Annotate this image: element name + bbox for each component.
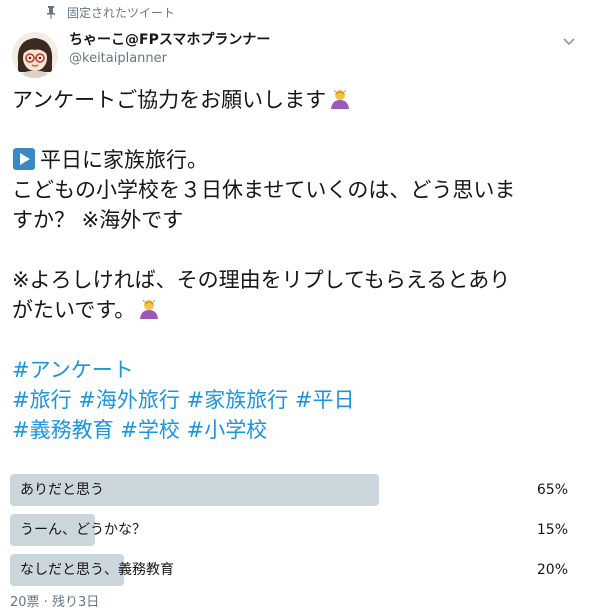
avatar-illustration — [12, 32, 58, 78]
pinned-label: 固定されたツイート — [67, 5, 176, 20]
author-info: ちゃーこ@FPスマホプランナー @keitaiplanner — [69, 31, 270, 68]
poll-option-label: なしだと思う、義務教育 — [20, 562, 174, 578]
tweet-line: アンケートご協力をお願いします — [12, 85, 582, 115]
play-button-emoji-icon — [13, 148, 35, 170]
poll-vote-count: 20票 · 残り3日 — [10, 595, 100, 610]
author-name[interactable]: ちゃーこ@FPスマホプランナー — [69, 31, 270, 49]
poll-option: なしだと思う、義務教育 20% — [10, 554, 580, 586]
tweet-line: こどもの小学校を３日休ませていくのは、どう思いま — [12, 178, 516, 202]
tweet-line-text: アンケートご協力をお願いします — [12, 88, 327, 112]
tweet-line: 平日に家族旅行。 — [12, 145, 582, 175]
tweet-line: がたいです。 — [12, 295, 582, 325]
hashtag-link[interactable]: #アンケート — [12, 358, 134, 382]
tweet-line: すか？ ※海外です — [12, 208, 184, 232]
hashtag-link[interactable]: #旅行 — [12, 388, 72, 412]
chevron-down-icon[interactable] — [562, 34, 576, 48]
poll-option-percent: 65% — [536, 482, 568, 498]
author-handle[interactable]: @keitaiplanner — [69, 50, 270, 68]
person-bowing-emoji-icon — [331, 89, 350, 109]
poll-option-label: うーん、どうかな？ — [20, 522, 146, 538]
hashtag-line: #アンケート — [12, 355, 582, 385]
poll-option-percent: 20% — [536, 562, 568, 578]
hashtag-line: #旅行 #海外旅行 #家族旅行 #平日 — [12, 385, 582, 415]
person-bowing-emoji-icon — [140, 299, 159, 319]
tweet-line-text: 平日に家族旅行。 — [40, 148, 208, 172]
pinned-tweet-indicator: 固定されたツイート — [44, 4, 175, 20]
tweet-line: ※よろしければ、その理由をリプしてもらえるとあり — [12, 268, 511, 292]
tweet-line-text: がたいです。 — [12, 298, 136, 322]
poll-option: うーん、どうかな？ 15% — [10, 514, 580, 546]
hashtag-link[interactable]: #平日 — [295, 388, 355, 412]
pin-icon — [47, 6, 55, 19]
hashtag-link[interactable]: #家族旅行 — [187, 388, 289, 412]
poll-option-percent: 15% — [536, 522, 568, 538]
poll-option-label: ありだと思う — [20, 482, 104, 498]
hashtag-link[interactable]: #海外旅行 — [78, 388, 180, 412]
hashtag-link[interactable]: #小学校 — [187, 418, 268, 442]
poll: ありだと思う 65% うーん、どうかな？ 15% なしだと思う、義務教育 20% — [10, 474, 580, 594]
hashtag-link[interactable]: #義務教育 — [12, 418, 114, 442]
hashtag-line: #義務教育 #学校 #小学校 — [12, 415, 582, 445]
avatar[interactable] — [12, 32, 58, 78]
tweet-text: アンケートご協力をお願いします 平日に家族旅行。 こどもの小学校を３日休ませてい… — [12, 85, 582, 445]
hashtag-link[interactable]: #学校 — [120, 418, 180, 442]
poll-option: ありだと思う 65% — [10, 474, 580, 506]
